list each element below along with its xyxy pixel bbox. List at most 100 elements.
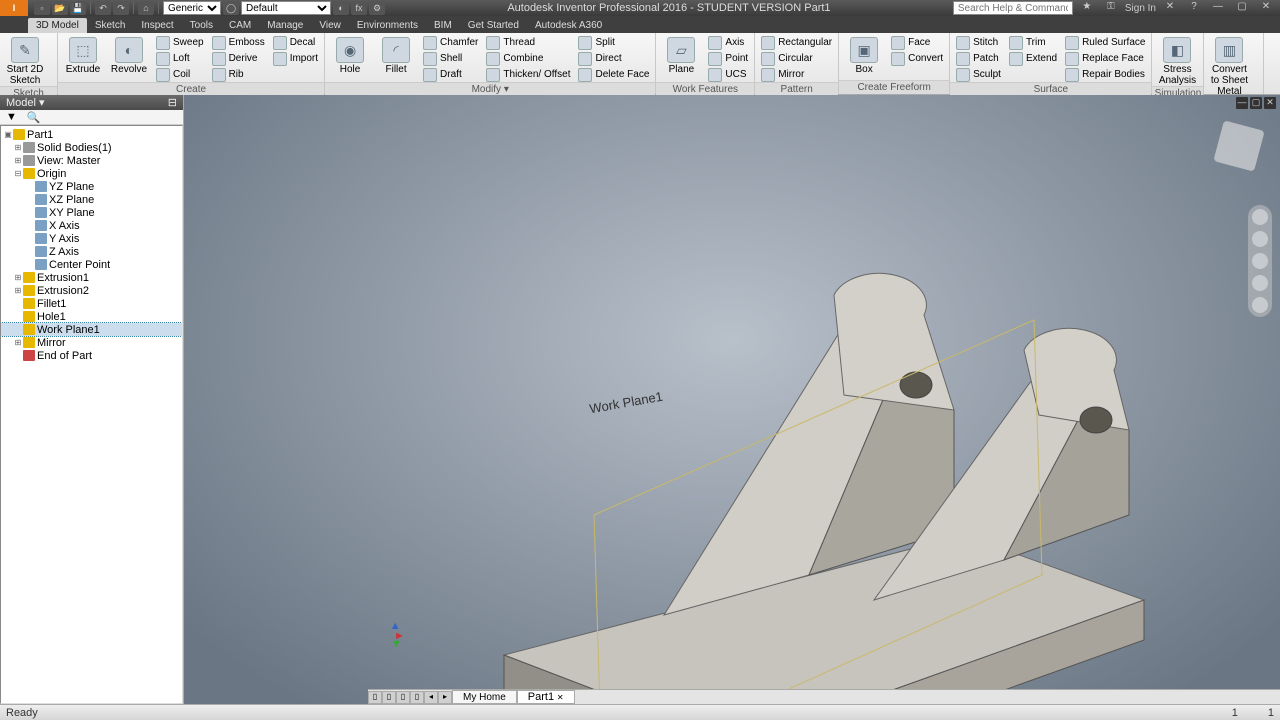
help-search[interactable] (953, 1, 1073, 15)
settings-icon[interactable]: ⚙ (369, 1, 385, 15)
doctab-nav6[interactable]: ▸ (438, 691, 452, 704)
tab-getstarted[interactable]: Get Started (460, 18, 527, 33)
freeform-face-button[interactable]: Face (889, 35, 945, 50)
wheel-icon[interactable] (1252, 209, 1268, 225)
hole-button[interactable]: ◉Hole (329, 35, 371, 75)
help-icon[interactable]: ? (1184, 1, 1204, 15)
measure-icon[interactable]: ◐ (333, 1, 349, 15)
tree-header[interactable]: Model ▾ (6, 96, 45, 109)
trim-button[interactable]: Trim (1007, 35, 1059, 50)
tree-hole1[interactable]: Hole1 (1, 310, 182, 323)
tree-mirror[interactable]: ⊞Mirror (1, 336, 182, 349)
tree-origin[interactable]: ⊟Origin (1, 167, 182, 180)
fillet-button[interactable]: ◜Fillet (375, 35, 417, 75)
sculpt-button[interactable]: Sculpt (954, 67, 1003, 82)
mirror-button[interactable]: Mirror (759, 67, 834, 82)
tree-solidbodies[interactable]: ⊞Solid Bodies(1) (1, 141, 182, 154)
vp-max-icon[interactable]: ▢ (1250, 97, 1262, 109)
vp-min-icon[interactable]: — (1236, 97, 1248, 109)
tab-view[interactable]: View (311, 18, 349, 33)
extend-button[interactable]: Extend (1007, 51, 1059, 66)
filter-icon[interactable]: ▼ (6, 111, 17, 123)
tree-xy[interactable]: XY Plane (1, 206, 182, 219)
new-icon[interactable]: ▫ (34, 1, 50, 15)
thicken-button[interactable]: Thicken/ Offset (484, 67, 572, 82)
replaceface-button[interactable]: Replace Face (1063, 51, 1147, 66)
star-icon[interactable]: ★ (1077, 1, 1097, 15)
point-button[interactable]: Point (706, 51, 750, 66)
find-icon[interactable]: 🔍 (27, 111, 41, 124)
material-select[interactable]: Generic (163, 1, 221, 15)
exchange-icon[interactable]: ✕ (1160, 1, 1180, 15)
tree-endofpart[interactable]: End of Part (1, 349, 182, 362)
freeform-convert-button[interactable]: Convert (889, 51, 945, 66)
doctab-nav5[interactable]: ◂ (424, 691, 438, 704)
vp-close-icon[interactable]: ✕ (1264, 97, 1276, 109)
model-3d[interactable] (184, 95, 1280, 704)
tree-pin-icon[interactable]: ⊟ (168, 96, 177, 109)
tree-view[interactable]: ⊞View: Master (1, 154, 182, 167)
import-button[interactable]: Import (271, 51, 320, 66)
extrude-button[interactable]: ⬚Extrude (62, 35, 104, 75)
stitch-button[interactable]: Stitch (954, 35, 1003, 50)
repair-button[interactable]: Repair Bodies (1063, 67, 1147, 82)
loft-button[interactable]: Loft (154, 51, 206, 66)
min-icon[interactable]: — (1208, 1, 1228, 15)
sheetmetal-button[interactable]: ▥Convert to Sheet Metal (1208, 35, 1250, 97)
tab-a360[interactable]: Autodesk A360 (527, 18, 610, 33)
doctab-close-icon[interactable]: ✕ (557, 693, 564, 702)
rectpattern-button[interactable]: Rectangular (759, 35, 834, 50)
derive-button[interactable]: Derive (210, 51, 267, 66)
ruled-button[interactable]: Ruled Surface (1063, 35, 1147, 50)
signin-link[interactable]: Sign In (1125, 3, 1156, 14)
tree-root[interactable]: ▣Part1 (1, 128, 182, 141)
tree-center[interactable]: Center Point (1, 258, 182, 271)
tab-sketch[interactable]: Sketch (87, 18, 134, 33)
tree-yz[interactable]: YZ Plane (1, 180, 182, 193)
tree-xaxis[interactable]: X Axis (1, 219, 182, 232)
plane-button[interactable]: ▱Plane (660, 35, 702, 75)
appearance-icon[interactable]: ◯ (223, 1, 239, 15)
tree-fillet1[interactable]: Fillet1 (1, 297, 182, 310)
pan-icon[interactable] (1252, 231, 1268, 247)
close-icon[interactable]: ✕ (1256, 1, 1276, 15)
lookat-icon[interactable] (1252, 297, 1268, 313)
doctab-home[interactable]: My Home (452, 690, 517, 704)
style-select[interactable]: Default (241, 1, 331, 15)
tree-extrusion2[interactable]: ⊞Extrusion2 (1, 284, 182, 297)
tree-xz[interactable]: XZ Plane (1, 193, 182, 206)
decal-button[interactable]: Decal (271, 35, 320, 50)
patch-button[interactable]: Patch (954, 51, 1003, 66)
direct-button[interactable]: Direct (576, 51, 651, 66)
doctab-part1[interactable]: Part1 ✕ (517, 690, 575, 704)
save-icon[interactable]: 💾 (70, 1, 86, 15)
open-icon[interactable]: 📂 (52, 1, 68, 15)
doctab-nav1[interactable]: ▯ (368, 691, 382, 704)
zoom-icon[interactable] (1252, 253, 1268, 269)
redo-icon[interactable]: ↷ (113, 1, 129, 15)
circpattern-button[interactable]: Circular (759, 51, 834, 66)
coil-button[interactable]: Coil (154, 67, 206, 82)
tab-3dmodel[interactable]: 3D Model (28, 18, 87, 33)
stress-button[interactable]: ◧Stress Analysis (1156, 35, 1198, 86)
tab-bim[interactable]: BIM (426, 18, 460, 33)
combine-button[interactable]: Combine (484, 51, 572, 66)
viewport[interactable]: —▢✕ Work Plane1 ►▼▲ (184, 95, 1280, 704)
deleteface-button[interactable]: Delete Face (576, 67, 651, 82)
tree-zaxis[interactable]: Z Axis (1, 245, 182, 258)
chamfer-button[interactable]: Chamfer (421, 35, 480, 50)
undo-icon[interactable]: ↶ (95, 1, 111, 15)
split-button[interactable]: Split (576, 35, 651, 50)
tree-workplane1[interactable]: Work Plane1 (1, 323, 182, 336)
box-button[interactable]: ▣Box (843, 35, 885, 75)
thread-button[interactable]: Thread (484, 35, 572, 50)
app-logo[interactable]: I (0, 0, 28, 16)
tab-inspect[interactable]: Inspect (133, 18, 181, 33)
max-icon[interactable]: ▢ (1232, 1, 1252, 15)
tab-manage[interactable]: Manage (259, 18, 311, 33)
rib-button[interactable]: Rib (210, 67, 267, 82)
axis-button[interactable]: Axis (706, 35, 750, 50)
tab-environments[interactable]: Environments (349, 18, 426, 33)
fx-icon[interactable]: fx (351, 1, 367, 15)
key-icon[interactable]: ⚿ (1101, 1, 1121, 15)
